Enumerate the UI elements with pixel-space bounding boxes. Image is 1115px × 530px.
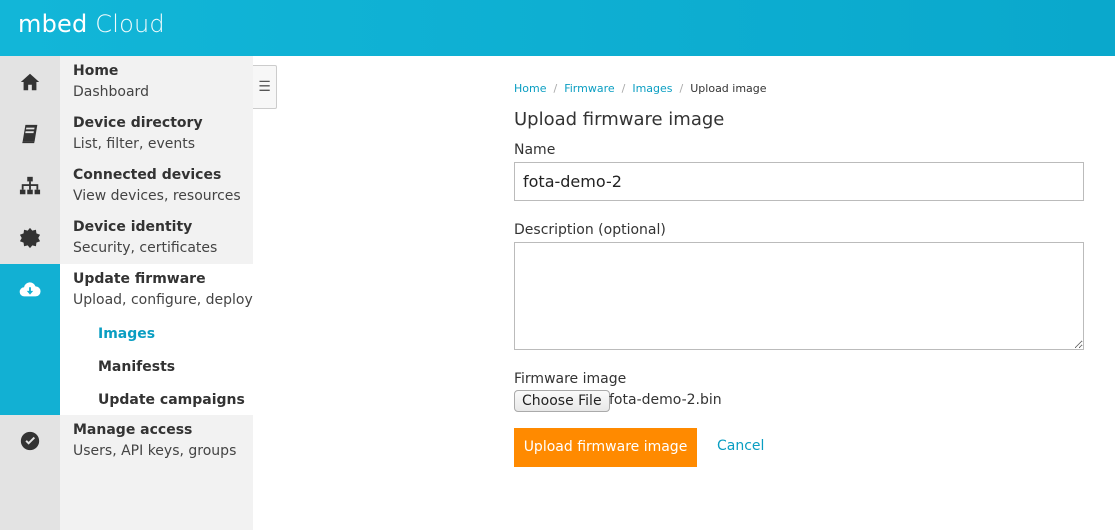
breadcrumb-current: Upload image bbox=[690, 82, 767, 95]
breadcrumb-home[interactable]: Home bbox=[514, 82, 546, 95]
sidebar-item-title: Device directory bbox=[73, 115, 203, 131]
sidebar-item-subtitle: List, filter, events bbox=[73, 136, 196, 152]
sitemap-icon bbox=[19, 176, 41, 195]
sidebar-item-title: Manage access bbox=[73, 422, 193, 438]
firmware-image-label: Firmware image bbox=[514, 371, 627, 387]
app-logo[interactable]: mbed Cloud bbox=[18, 10, 165, 38]
sidebar-item-home[interactable]: Home Dashboard bbox=[0, 56, 253, 108]
choose-file-button[interactable]: Choose File bbox=[514, 390, 610, 412]
sidebar-item-title: Update firmware bbox=[73, 271, 206, 287]
sidebar-item-title: Connected devices bbox=[73, 167, 222, 183]
breadcrumb-separator: / bbox=[553, 82, 558, 95]
sidebar-item-manage-access[interactable]: Manage access Users, API keys, groups bbox=[0, 415, 253, 467]
sidebar-subitem-update-campaigns[interactable]: Update campaigns bbox=[98, 392, 245, 408]
sidebar-item-update-firmware-group: Update firmware Upload, configure, deplo… bbox=[0, 264, 253, 415]
sidebar-item-subtitle: Users, API keys, groups bbox=[73, 443, 237, 459]
top-bar: mbed Cloud bbox=[0, 0, 1115, 56]
breadcrumb-separator: / bbox=[679, 82, 684, 95]
sidebar-item-connected-devices[interactable]: Connected devices View devices, resource… bbox=[0, 160, 253, 212]
sidebar-item-device-directory[interactable]: Device directory List, filter, events bbox=[0, 108, 253, 160]
sidebar-item-subtitle: Dashboard bbox=[73, 84, 149, 100]
sidebar-item-device-identity[interactable]: Device identity Security, certificates bbox=[0, 212, 253, 264]
selected-file-name: fota-demo-2.bin bbox=[609, 392, 722, 408]
breadcrumb-images[interactable]: Images bbox=[632, 82, 672, 95]
sidebar-subitem-images[interactable]: Images bbox=[98, 326, 155, 342]
sidebar-item-subtitle: Upload, configure, deploy bbox=[73, 292, 253, 308]
sidebar-item-subtitle: View devices, resources bbox=[73, 188, 241, 204]
book-icon bbox=[22, 124, 38, 144]
description-textarea[interactable] bbox=[514, 242, 1084, 350]
sidebar-item-title: Home bbox=[73, 63, 119, 79]
sidebar-item-title: Device identity bbox=[73, 219, 193, 235]
sidebar-item-subtitle: Security, certificates bbox=[73, 240, 218, 256]
breadcrumb-separator: / bbox=[621, 82, 626, 95]
sidebar-item-update-firmware[interactable]: Update firmware Upload, configure, deplo… bbox=[0, 264, 253, 316]
sidebar-subitem-manifests[interactable]: Manifests bbox=[98, 359, 175, 375]
menu-icon: ☰ bbox=[258, 79, 271, 95]
description-label: Description (optional) bbox=[514, 222, 666, 238]
home-icon bbox=[20, 73, 40, 91]
breadcrumb: Home / Firmware / Images / Upload image bbox=[514, 82, 767, 95]
logo-cloud: Cloud bbox=[87, 10, 165, 38]
logo-mbed: mbed bbox=[18, 10, 88, 38]
cancel-link[interactable]: Cancel bbox=[717, 438, 764, 454]
certificate-icon bbox=[19, 227, 41, 249]
sidebar: Home Dashboard Device directory List, fi… bbox=[0, 56, 253, 530]
name-label: Name bbox=[514, 142, 556, 158]
upload-firmware-button[interactable]: Upload firmware image bbox=[514, 428, 697, 467]
page-title: Upload firmware image bbox=[514, 109, 725, 130]
name-input[interactable] bbox=[514, 162, 1084, 201]
cloud-download-icon bbox=[19, 282, 41, 297]
breadcrumb-firmware[interactable]: Firmware bbox=[564, 82, 614, 95]
check-circle-icon bbox=[20, 431, 40, 451]
sidebar-toggle-button[interactable]: ☰ bbox=[253, 65, 277, 109]
